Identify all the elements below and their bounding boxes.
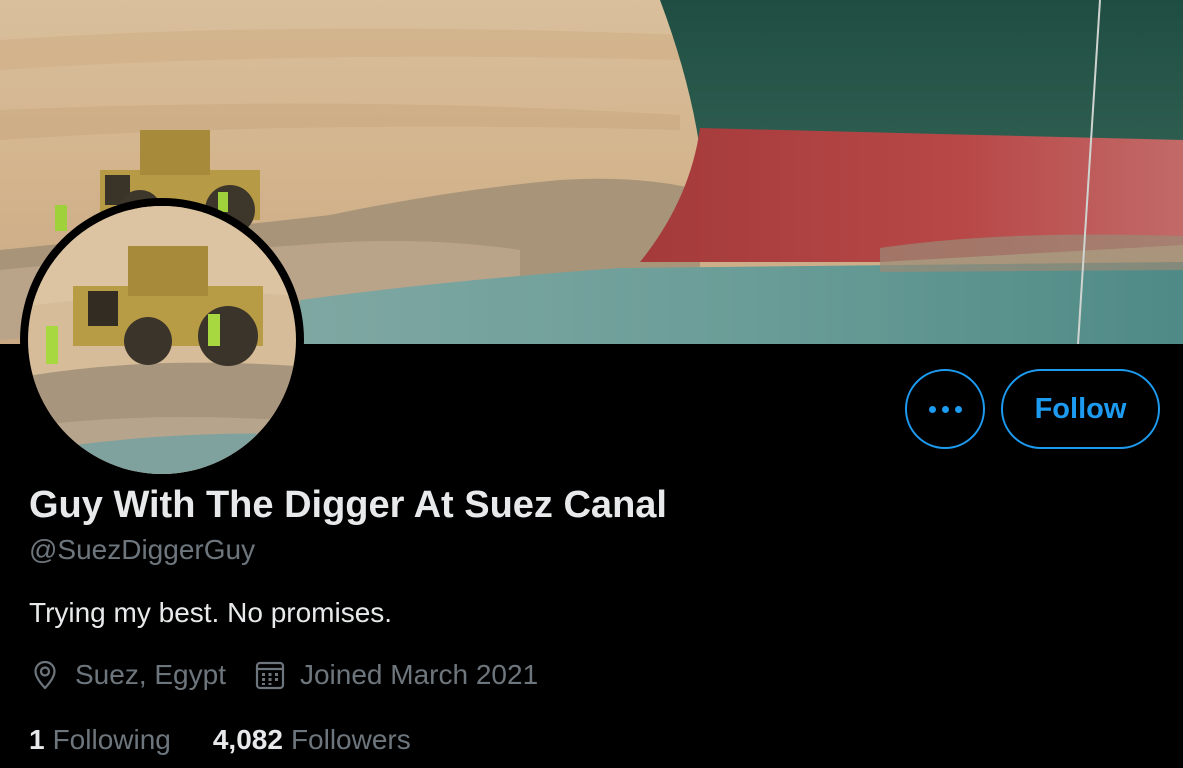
location-pin-icon — [29, 659, 61, 691]
follow-stats: 1 Following 4,082 Followers — [29, 724, 411, 756]
following-count: 1 — [29, 724, 45, 755]
following-link[interactable]: 1 Following — [29, 724, 171, 756]
joined-date-text: Joined March 2021 — [299, 659, 539, 690]
profile-bio: Trying my best. No promises. — [29, 597, 393, 628]
more-dots-icon — [928, 405, 962, 413]
follow-button[interactable]: Follow — [1001, 369, 1160, 449]
location-text: Suez, Egypt — [75, 659, 226, 690]
more-options-button[interactable] — [905, 369, 985, 449]
following-label: Following — [52, 724, 171, 755]
profile-page: Follow Guy With The Digger At Suez Canal… — [0, 0, 1183, 768]
calendar-icon — [254, 659, 286, 691]
followers-count: 4,082 — [212, 724, 283, 755]
followers-link[interactable]: 4,082 Followers — [213, 724, 411, 756]
followers-label: Followers — [290, 724, 411, 755]
location-item: Suez, Egypt — [29, 659, 226, 691]
avatar-photo — [28, 206, 296, 474]
display-name: Guy With The Digger At Suez Canal — [29, 484, 667, 526]
profile-avatar[interactable] — [20, 198, 304, 482]
joined-item: Joined March 2021 — [254, 659, 538, 691]
profile-meta: Suez, Egypt Joined March 2021 — [29, 659, 538, 691]
user-handle: @SuezDiggerGuy — [29, 534, 256, 565]
